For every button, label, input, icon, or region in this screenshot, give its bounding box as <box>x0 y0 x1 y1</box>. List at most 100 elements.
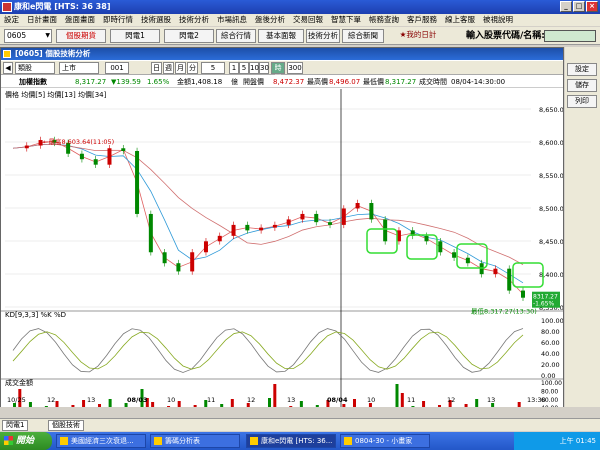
code-select[interactable]: 001 <box>105 62 129 74</box>
kd-y-tick: 0.00 <box>541 372 555 380</box>
price-candle <box>355 203 360 209</box>
x-axis-label: 12 <box>47 396 55 404</box>
volume-bar <box>353 399 356 407</box>
toolbar-button[interactable]: 閃電1 <box>110 29 160 43</box>
sidebar-button[interactable]: 列印 <box>567 95 597 108</box>
period-num-select[interactable]: 5 <box>201 62 225 74</box>
price-candle <box>203 241 208 253</box>
volume-bar <box>422 401 426 407</box>
taskbar-task[interactable]: 美國經濟三次衰退... <box>56 434 146 448</box>
menu-item[interactable]: 交易回報 <box>289 14 327 26</box>
toolbar-button[interactable]: 綜合行情 <box>216 29 256 43</box>
period-button[interactable]: 日 <box>151 62 162 74</box>
chevron-left-icon[interactable]: ◀ <box>3 62 13 74</box>
close-icon[interactable]: × <box>586 1 598 12</box>
price-candle <box>328 222 333 225</box>
price-candle <box>176 263 181 272</box>
my-day-button[interactable]: ★我的日計 <box>390 29 446 43</box>
taskbar-task[interactable]: 0804-30 - 小畫家 <box>340 434 430 448</box>
menu-item[interactable]: 帳務查詢 <box>365 14 403 26</box>
volume-bar <box>475 399 479 407</box>
sidebar-button[interactable]: 儲存 <box>567 79 597 92</box>
minimize-icon[interactable]: _ <box>560 1 572 12</box>
start-button[interactable]: 開始 <box>0 432 52 450</box>
volume-bar <box>82 400 86 407</box>
toolbar-button[interactable]: 個股期貨 <box>56 29 106 43</box>
toolbar-button[interactable]: 技術分析 <box>306 29 340 43</box>
interval-button[interactable]: 5 <box>239 62 249 74</box>
low-label: 最低價 <box>363 78 384 86</box>
price-candle <box>93 159 98 165</box>
menu-item[interactable]: 智慧下單 <box>327 14 365 26</box>
quick-search-input[interactable] <box>544 30 596 42</box>
interval-button[interactable]: 30 <box>259 62 269 74</box>
price-chart[interactable]: 價格 均價[5] 均價[13] 均價[34] 8,650.00 8,600.00 8,… <box>1 89 563 407</box>
price-candle <box>148 213 153 253</box>
x-axis-label: 11 <box>407 396 415 404</box>
price-candle <box>507 268 512 291</box>
time-toggle[interactable]: 時間 <box>271 62 285 82</box>
volume-bar <box>342 404 346 407</box>
low-annotation: 最低8,317.27(13:30) <box>471 307 537 316</box>
maximize-icon[interactable]: □ <box>573 1 585 12</box>
toolbar-button[interactable]: 基本面報 <box>258 29 304 43</box>
price-legend: 價格 均價[5] 均價[13] 均價[34] <box>5 90 107 99</box>
market-select[interactable]: 上市 <box>59 62 99 74</box>
menu-item[interactable]: 盤後分析 <box>251 14 289 26</box>
high-annotation: ←最高8,603.64(11:05) <box>43 137 114 146</box>
time-value[interactable]: 300 <box>287 62 303 74</box>
bottom-tab[interactable]: 閃電1 <box>2 420 29 431</box>
menu-item[interactable]: 技術分析 <box>175 14 213 26</box>
app-icon <box>2 2 12 12</box>
price-y-tick: 8,650.00 <box>539 106 563 114</box>
index-name: 加權指數 <box>19 78 47 86</box>
sidebar-button[interactable]: 設定 <box>567 63 597 76</box>
volume-bar <box>517 402 521 407</box>
type-select[interactable]: 類股 <box>15 62 55 74</box>
amount-value: 1,408.18 <box>191 78 223 86</box>
menu-item[interactable]: 市場訊息 <box>213 14 251 26</box>
menu-item[interactable]: 日計畫面 <box>23 14 61 26</box>
menu-item[interactable]: 設定 <box>0 14 23 26</box>
price-candle <box>300 213 305 220</box>
volume-bar <box>230 399 234 407</box>
volume-bar <box>273 384 277 407</box>
x-axis-label: 08/03 <box>127 396 147 404</box>
volume-bar <box>151 402 155 407</box>
period-button[interactable]: 月 <box>175 62 186 74</box>
price-candle <box>286 219 291 225</box>
bottom-tab[interactable]: 個股技術 <box>48 420 84 431</box>
x-axis-label: 10 <box>367 396 375 404</box>
menu-item[interactable]: 技術選股 <box>137 14 175 26</box>
toolbar-button[interactable]: 綜合新聞 <box>342 29 384 43</box>
interval-button[interactable]: 10 <box>249 62 259 74</box>
system-tray: 上午 01:45 <box>514 432 600 450</box>
volume-bar <box>177 401 181 407</box>
period-button[interactable]: 週 <box>163 62 174 74</box>
menu-item[interactable]: 客戶服務 <box>403 14 441 26</box>
vol-y-tick: 40.00 <box>541 405 558 407</box>
stock-combo[interactable]: 0605 <box>4 29 52 43</box>
toolbar-button[interactable]: 閃電2 <box>164 29 214 43</box>
volume-bar <box>28 402 32 407</box>
main-toolbar: 0605 個股期貨閃電1 閃電2綜合行情基本面報技術分析綜合新聞 ★我的日計 輸入… <box>0 27 600 45</box>
taskbar-task[interactable]: 籌碼分析表 <box>150 434 240 448</box>
price-candle <box>107 148 112 165</box>
x-axis-label: 12 <box>247 396 255 404</box>
price-y-tick: 8,600.00 <box>539 139 563 147</box>
bottom-tabs: 閃電1 個股技術 <box>0 418 600 431</box>
chart-window-title: [0605] 個股技術分析 <box>15 49 91 58</box>
menu-item[interactable]: 盤面畫面 <box>61 14 99 26</box>
price-candle <box>521 290 525 298</box>
price-candle <box>38 140 43 146</box>
volume-bar <box>167 406 171 407</box>
chart-sidebar: 設定 儲存 列印 <box>565 47 600 407</box>
interval-button[interactable]: 1 <box>229 62 239 74</box>
taskbar-task[interactable]: 康和e閃電 [HTS: 36... <box>246 434 336 448</box>
x-axis-label: 10 <box>167 396 175 404</box>
menu-item[interactable]: 即時行情 <box>99 14 137 26</box>
menu-item[interactable]: 線上客服 <box>441 14 479 26</box>
kd-legend: KD[9,3,3] %K %D <box>5 311 66 319</box>
period-button[interactable]: 分 <box>187 62 198 74</box>
menu-item[interactable]: 被視說明 <box>479 14 517 26</box>
